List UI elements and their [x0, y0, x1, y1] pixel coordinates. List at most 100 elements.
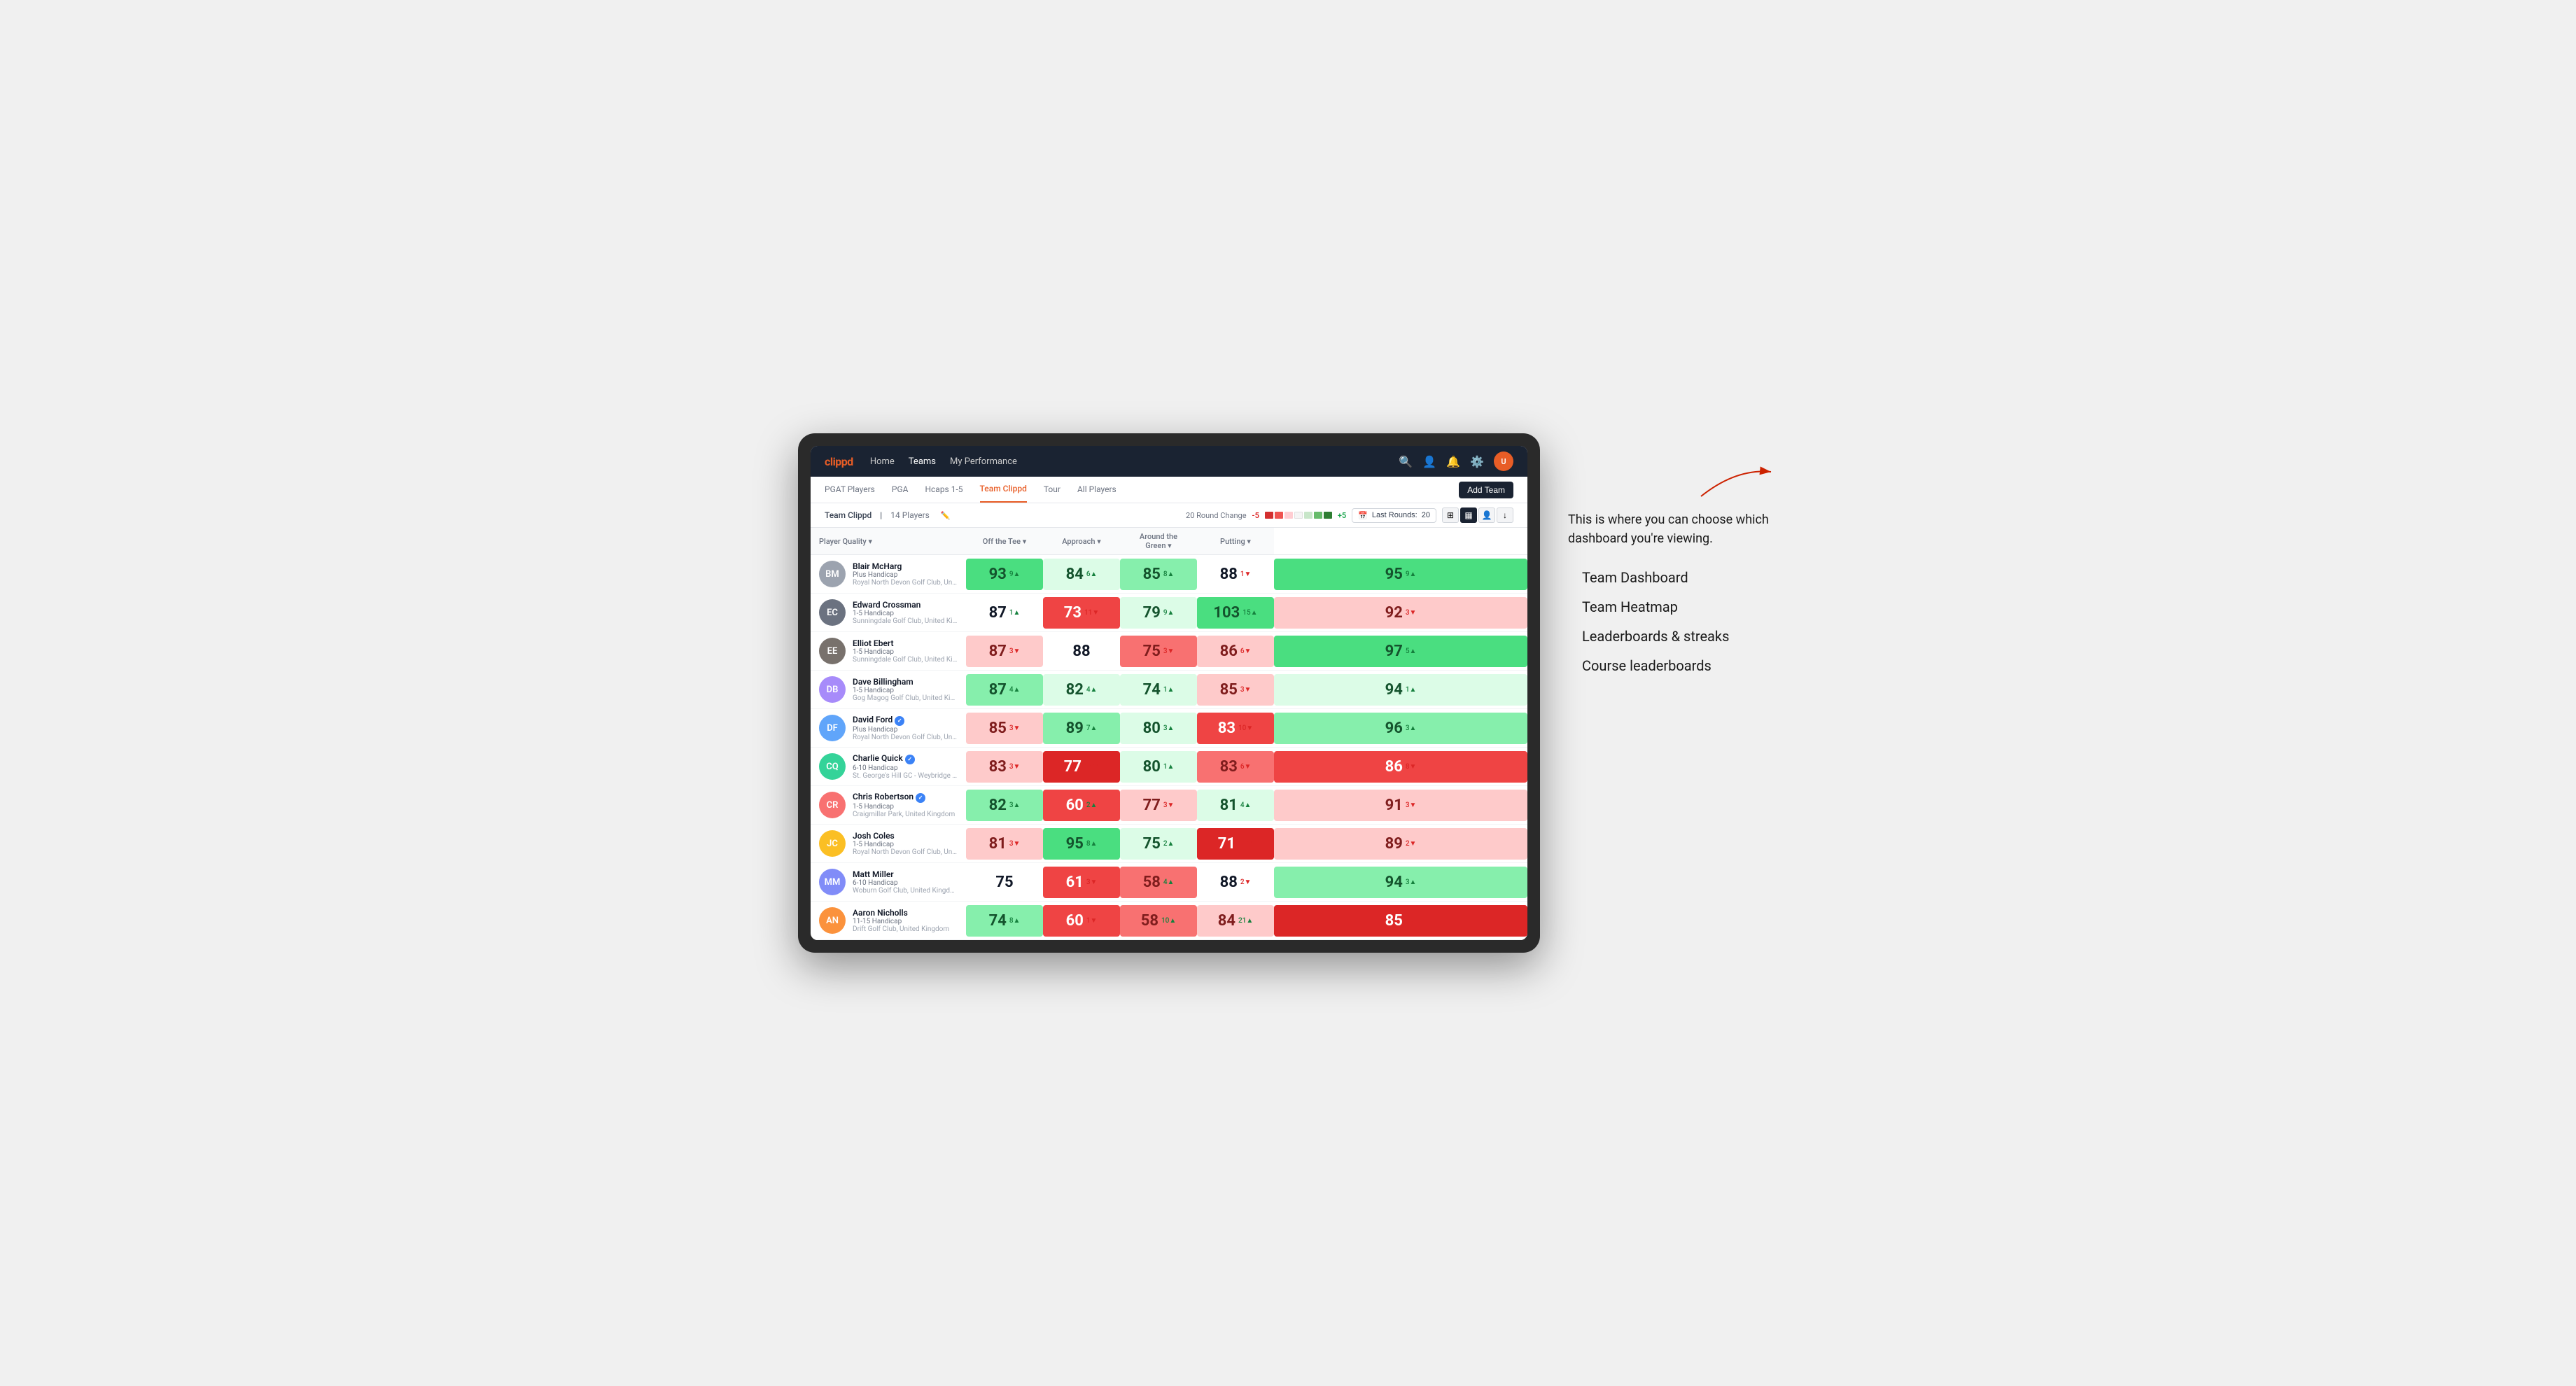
score-value: 84 [1218, 912, 1236, 930]
player-name: Blair McHarg [853, 561, 958, 571]
player-avatar: JC [819, 830, 846, 857]
score-value: 58 [1141, 912, 1158, 930]
top-nav: clippd Home Teams My Performance 🔍 👤 🔔 ⚙… [811, 446, 1527, 477]
score-value: 85 [1220, 681, 1238, 699]
score-change: 10▼ [1238, 724, 1253, 732]
last-rounds-label: Last Rounds: [1372, 511, 1418, 519]
score-box: 89 7▲ [1043, 713, 1120, 744]
col-off-tee[interactable]: Off the Tee ▾ [966, 528, 1043, 555]
add-team-button[interactable]: Add Team [1459, 482, 1513, 498]
table-row[interactable]: AN Aaron Nicholls 11-15 Handicap Drift G… [811, 902, 1527, 940]
last-rounds-button[interactable]: 📅 Last Rounds: 20 [1352, 508, 1436, 523]
score-value: 103 [1213, 604, 1240, 622]
table-row[interactable]: JC Josh Coles 1-5 Handicap Royal North D… [811, 825, 1527, 863]
view-user-button[interactable]: 👤 [1478, 507, 1495, 523]
view-heatmap-button[interactable]: ▦ [1460, 507, 1477, 523]
player-info: Josh Coles 1-5 Handicap Royal North Devo… [853, 831, 958, 856]
score-cell-r8-c3: 88 2▼ [1197, 863, 1274, 902]
score-change: 3▼ [1406, 802, 1417, 809]
annotation-item-2: Team Heatmap [1582, 598, 1778, 615]
team-count: 14 Players [890, 510, 930, 520]
annotation-intro: This is where you can choose which dashb… [1568, 510, 1778, 548]
score-cell-r3-c4: 94 1▲ [1274, 671, 1527, 709]
verified-icon: ✓ [916, 793, 925, 803]
player-name: Dave Billingham [853, 677, 958, 687]
table-row[interactable]: CQ Charlie Quick✓ 6-10 Handicap St. Geor… [811, 748, 1527, 786]
subnav-pga[interactable]: PGA [892, 477, 909, 503]
score-box: 91 3▼ [1274, 790, 1527, 821]
player-avatar: BM [819, 561, 846, 587]
bell-icon[interactable]: 🔔 [1446, 455, 1460, 468]
score-cell-r9-c3: 84 21▲ [1197, 902, 1274, 940]
table-row[interactable]: MM Matt Miller 6-10 Handicap Woburn Golf… [811, 863, 1527, 902]
subnav-team-clippd[interactable]: Team Clippd [980, 477, 1027, 503]
player-avatar: MM [819, 869, 846, 895]
player-name: Elliot Ebert [853, 638, 958, 648]
score-box: 60 2▲ [1043, 790, 1120, 821]
score-change: 9▲ [1406, 570, 1417, 578]
subnav-pgat[interactable]: PGAT Players [825, 477, 875, 503]
score-box: 83 10▼ [1197, 713, 1274, 744]
score-value: 77 [1064, 758, 1082, 776]
nav-teams[interactable]: Teams [909, 454, 936, 470]
edit-icon[interactable]: ✏️ [941, 511, 951, 520]
score-change: 15▲ [1242, 609, 1257, 617]
score-box: 86 8▼ [1274, 751, 1527, 783]
nav-my-performance[interactable]: My Performance [950, 454, 1017, 470]
annotation-arrow [1568, 461, 1778, 503]
score-cell-r6-c1: 60 2▲ [1043, 786, 1120, 825]
nav-home[interactable]: Home [870, 454, 895, 470]
heat-seg-1 [1265, 512, 1273, 519]
subnav-hcaps[interactable]: Hcaps 1-5 [925, 477, 962, 503]
score-change: 1▲ [1163, 763, 1175, 771]
player-club: Sunningdale Golf Club, United Kingdom [853, 617, 958, 625]
user-icon[interactable]: 👤 [1422, 455, 1436, 468]
col-approach[interactable]: Approach ▾ [1043, 528, 1120, 555]
score-value: 74 [1143, 681, 1161, 699]
view-grid-button[interactable]: ⊞ [1442, 507, 1459, 523]
table-row[interactable]: CR Chris Robertson✓ 1-5 Handicap Craigmi… [811, 786, 1527, 825]
score-change: 8▼ [1406, 763, 1417, 771]
view-download-button[interactable]: ↓ [1497, 507, 1513, 523]
player-name: Aaron Nicholls [853, 908, 949, 918]
table-row[interactable]: BM Blair McHarg Plus Handicap Royal Nort… [811, 555, 1527, 594]
table-row[interactable]: DB Dave Billingham 1-5 Handicap Gog Mago… [811, 671, 1527, 709]
score-value: 83 [1220, 758, 1238, 776]
table-row[interactable]: EC Edward Crossman 1-5 Handicap Sunningd… [811, 594, 1527, 632]
score-box: 93 9▲ [966, 559, 1043, 590]
score-value: 84 [1066, 566, 1084, 583]
player-club: Woburn Golf Club, United Kingdom [853, 887, 958, 895]
score-box: 86 6▼ [1197, 636, 1274, 667]
subnav-all-players[interactable]: All Players [1077, 477, 1116, 503]
search-icon[interactable]: 🔍 [1399, 455, 1413, 468]
score-cell-r0-c4: 95 9▲ [1274, 555, 1527, 594]
score-box: 97 5▲ [1274, 636, 1527, 667]
subnav-tour[interactable]: Tour [1044, 477, 1060, 503]
score-change: 2▼ [1240, 878, 1252, 886]
score-box: 82 4▲ [1043, 674, 1120, 706]
avatar[interactable]: U [1494, 451, 1513, 471]
data-table-container: Player Quality ▾ Off the Tee ▾ Approach … [811, 528, 1527, 940]
score-value: 83 [1218, 720, 1236, 737]
score-cell-r0-c3: 88 1▼ [1197, 555, 1274, 594]
col-around-green[interactable]: Around the Green ▾ [1120, 528, 1197, 555]
table-row[interactable]: EE Elliot Ebert 1-5 Handicap Sunningdale… [811, 632, 1527, 671]
score-box: 73 11▼ [1043, 597, 1120, 629]
score-cell-r7-c2: 75 2▲ [1120, 825, 1197, 863]
player-handicap: Plus Handicap [853, 726, 958, 734]
view-buttons: ⊞ ▦ 👤 ↓ [1442, 507, 1513, 523]
settings-icon[interactable]: ⚙️ [1470, 455, 1484, 468]
round-change-section: 20 Round Change -5 +5 📅 Last Ro [1186, 507, 1513, 523]
col-putting[interactable]: Putting ▾ [1197, 528, 1274, 555]
heat-seg-4 [1294, 512, 1303, 519]
score-value: 89 [1385, 835, 1403, 853]
player-info: Blair McHarg Plus Handicap Royal North D… [853, 561, 958, 587]
round-change-minus: -5 [1252, 511, 1259, 520]
player-handicap: 1-5 Handicap [853, 803, 955, 811]
player-club: Drift Golf Club, United Kingdom [853, 925, 949, 933]
player-avatar: CQ [819, 753, 846, 780]
table-row[interactable]: DF David Ford✓ Plus Handicap Royal North… [811, 709, 1527, 748]
player-club: Royal North Devon Golf Club, United King… [853, 734, 958, 741]
round-change-label: 20 Round Change [1186, 511, 1247, 520]
score-box: 74 1▲ [1120, 674, 1197, 706]
